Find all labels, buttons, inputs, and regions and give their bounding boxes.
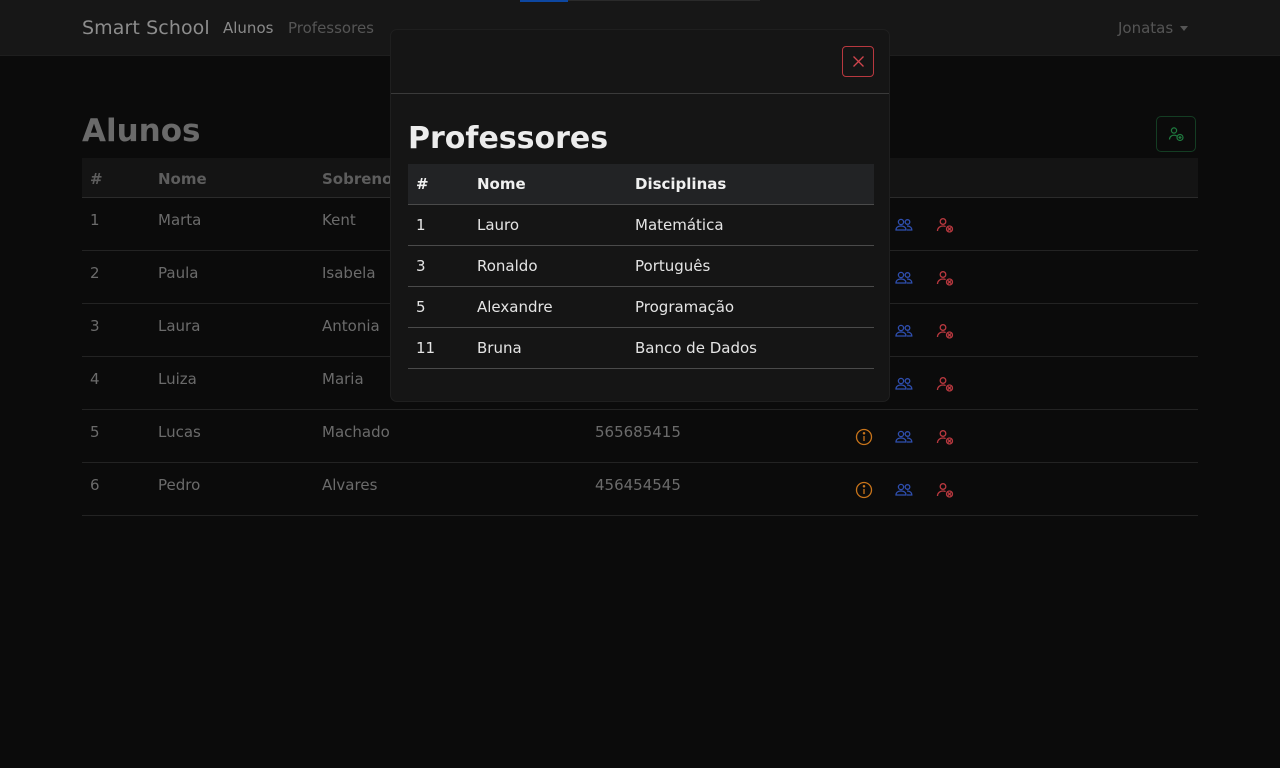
professores-table: # Nome Disciplinas 1 Lauro Matemática 3 … [408,164,874,369]
remove-user-icon[interactable] [935,268,955,288]
cell-id: 3 [416,257,426,275]
column-header-disciplinas: Disciplinas [635,175,727,193]
professores-modal: Professores # Nome Disciplinas 1 Lauro M… [390,29,890,402]
cell-nome: Lucas [158,423,201,441]
cell-sobrenome: Machado [322,423,390,441]
remove-user-icon[interactable] [935,480,955,500]
cell-id: 1 [416,216,426,234]
cell-nome: Lauro [477,216,520,234]
cell-sobrenome: Maria [322,370,364,388]
cell-disciplina: Banco de Dados [635,339,757,357]
table-row[interactable]: 11 Bruna Banco de Dados [408,328,874,369]
cell-telefone: 565685415 [595,423,681,441]
cell-nome: Pedro [158,476,201,494]
info-icon[interactable] [854,427,874,447]
cell-id: 3 [90,317,100,335]
cell-id: 4 [90,370,100,388]
cell-disciplina: Programação [635,298,735,316]
cell-sobrenome: Kent [322,211,356,229]
cell-nome: Alexandre [477,298,553,316]
cell-nome: Marta [158,211,202,229]
cell-nome: Paula [158,264,199,282]
people-icon[interactable] [894,480,914,500]
table-row[interactable]: 3 Ronaldo Português [408,246,874,287]
cell-id: 2 [90,264,100,282]
cell-sobrenome: Antonia [322,317,380,335]
cell-sobrenome: Alvares [322,476,378,494]
table-header: # Nome Disciplinas [408,164,874,205]
user-menu[interactable]: Jonatas [1118,19,1173,37]
brand-logo[interactable]: Smart School [82,17,210,39]
remove-user-icon[interactable] [935,427,955,447]
table-row[interactable]: 6 Pedro Alvares 456454545 [82,463,1198,516]
column-header-id: # [416,175,429,193]
close-button[interactable] [842,46,874,77]
column-header-nome: Nome [158,170,207,188]
table-row[interactable]: 1 Lauro Matemática [408,205,874,246]
cell-disciplina: Português [635,257,711,275]
cell-id: 11 [416,339,436,357]
column-header-nome: Nome [477,175,526,193]
people-icon[interactable] [894,427,914,447]
cell-nome: Ronaldo [477,257,538,275]
cell-sobrenome: Isabela [322,264,376,282]
modal-header [391,30,889,94]
cell-id: 5 [90,423,100,441]
people-icon[interactable] [894,374,914,394]
people-icon[interactable] [894,268,914,288]
cell-id: 5 [416,298,426,316]
add-user-icon [1168,127,1184,142]
remove-user-icon[interactable] [935,321,955,341]
modal-title: Professores [408,121,609,156]
close-icon [853,56,864,67]
cell-nome: Luiza [158,370,197,388]
cell-nome: Bruna [477,339,522,357]
table-row[interactable]: 5 Alexandre Programação [408,287,874,328]
add-student-button[interactable] [1156,116,1196,152]
column-header-id: # [90,170,103,188]
page-title: Alunos [82,113,201,149]
info-icon[interactable] [854,480,874,500]
cell-disciplina: Matemática [635,216,724,234]
table-row[interactable]: 5 Lucas Machado 565685415 [82,410,1198,463]
cell-id: 1 [90,211,100,229]
remove-user-icon[interactable] [935,215,955,235]
remove-user-icon[interactable] [935,374,955,394]
loading-bar-track [568,0,760,1]
people-icon[interactable] [894,321,914,341]
loading-bar [520,0,568,2]
nav-link-professores[interactable]: Professores [288,19,374,37]
cell-telefone: 456454545 [595,476,681,494]
cell-id: 6 [90,476,100,494]
nav-link-alunos[interactable]: Alunos [223,19,273,37]
people-icon[interactable] [894,215,914,235]
chevron-down-icon [1180,26,1188,31]
cell-nome: Laura [158,317,201,335]
